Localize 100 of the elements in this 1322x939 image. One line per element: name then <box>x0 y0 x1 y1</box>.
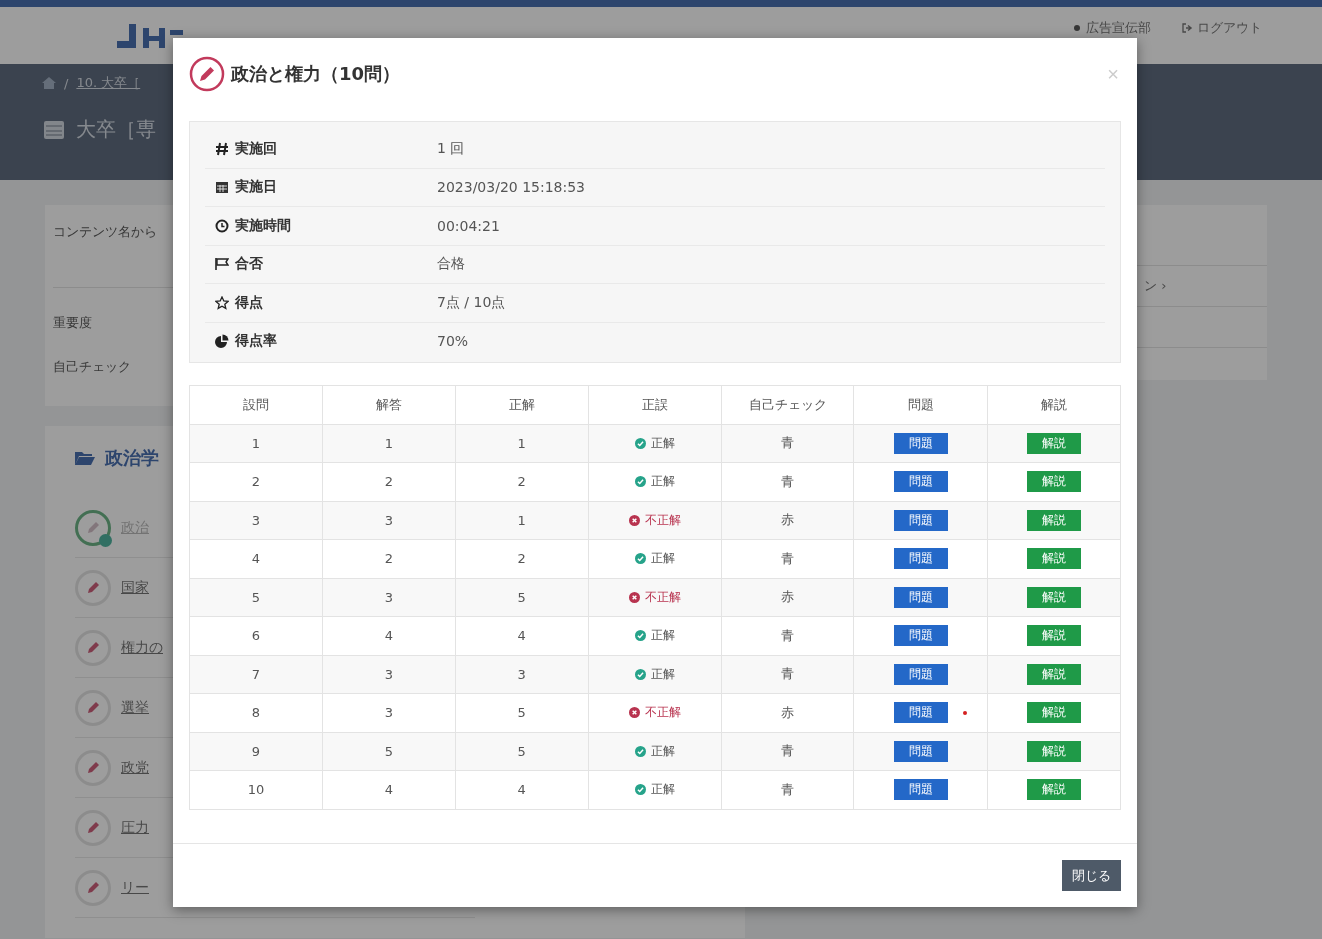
table-cell: 2 <box>455 539 589 578</box>
table-cell: 青 <box>721 462 854 501</box>
lesson-link[interactable]: 政党 <box>121 758 149 777</box>
table-cell: 5 <box>455 578 589 617</box>
question-button[interactable]: 問題 <box>893 625 948 647</box>
question-button[interactable]: 問題 <box>893 663 948 685</box>
table-cell: 1 <box>455 501 589 540</box>
breadcrumb-separator: / <box>64 75 69 91</box>
calendar-icon <box>215 180 229 195</box>
table-cell: 青 <box>721 616 854 655</box>
table-cell: 4 <box>189 539 323 578</box>
table-cell: 赤 <box>721 501 854 540</box>
dialog-title: 政治と権力（10問） <box>231 62 401 86</box>
question-button[interactable]: 問題 <box>893 740 948 762</box>
lesson-link[interactable]: 選挙 <box>121 698 149 717</box>
result-label: 正解 <box>650 665 675 683</box>
books-icon <box>42 118 66 141</box>
table-cell: 4 <box>455 770 589 809</box>
explanation-button[interactable]: 解説 <box>1026 779 1081 801</box>
logo-icon <box>115 21 185 50</box>
result-label: 正解 <box>650 627 675 645</box>
table-cell: 3 <box>322 578 456 617</box>
table-cell: 青 <box>721 770 854 809</box>
table-cell: 3 <box>189 501 323 540</box>
result-label: 正解 <box>650 742 675 760</box>
home-icon[interactable] <box>42 77 56 89</box>
folder-icon <box>75 451 95 465</box>
info-value: 70% <box>437 333 469 350</box>
table-cell: 2 <box>322 462 456 501</box>
user-name[interactable]: 広告宣伝部 <box>1074 19 1151 37</box>
lesson-link[interactable]: リー <box>121 878 149 897</box>
column-header: 解説 <box>987 385 1121 424</box>
info-label: 実施日 <box>235 178 277 197</box>
lesson-link[interactable]: 圧力 <box>121 818 149 837</box>
table-cell: 青 <box>721 424 854 463</box>
table-cell: 3 <box>322 655 456 694</box>
page-title: 大卒［専 <box>76 116 156 143</box>
table-cell: 4 <box>455 616 589 655</box>
table-cell: 6 <box>189 616 323 655</box>
explanation-button[interactable]: 解説 <box>1026 625 1081 647</box>
explanation-button[interactable]: 解説 <box>1026 432 1081 454</box>
close-button[interactable]: 閉じる <box>1062 860 1121 891</box>
explanation-button[interactable]: 解説 <box>1026 702 1081 724</box>
info-label: 得点 <box>235 293 263 312</box>
info-value: 00:04:21 <box>437 217 500 234</box>
question-button[interactable]: 問題 <box>893 432 948 454</box>
info-label: 得点率 <box>235 332 277 351</box>
question-button[interactable]: 問題 <box>893 509 948 531</box>
column-header: 解答 <box>322 385 456 424</box>
lesson-link[interactable]: 権力の <box>121 638 163 657</box>
table-cell: 5 <box>455 693 589 732</box>
result-label: 正解 <box>650 473 675 491</box>
table-cell: 9 <box>189 732 323 771</box>
table-cell: 1 <box>322 424 456 463</box>
breadcrumb-link[interactable]: 10. 大卒［ <box>76 74 141 92</box>
table-cell: 5 <box>455 732 589 771</box>
question-button[interactable]: 問題 <box>893 548 948 570</box>
side-link[interactable]: ン › <box>1144 277 1167 295</box>
info-value: 7点 / 10点 <box>437 293 506 312</box>
result-label: 正解 <box>650 550 675 568</box>
info-label: 実施時間 <box>235 216 291 235</box>
table-cell: 赤 <box>721 693 854 732</box>
table-cell: 5 <box>189 578 323 617</box>
filter-label: コンテンツ名から <box>53 224 157 239</box>
explanation-button[interactable]: 解説 <box>1026 586 1081 608</box>
question-button[interactable]: 問題 <box>893 471 948 493</box>
table-cell: 2 <box>455 462 589 501</box>
clock-icon <box>215 218 229 233</box>
sign-out-icon <box>1181 22 1193 34</box>
pie-chart-icon <box>215 334 229 349</box>
table-cell: 2 <box>322 539 456 578</box>
table-cell: 7 <box>189 655 323 694</box>
question-button[interactable]: 問題 <box>893 702 948 724</box>
table-cell: 1 <box>455 424 589 463</box>
table-cell: 4 <box>322 770 456 809</box>
table-cell: 青 <box>721 655 854 694</box>
result-label: 正解 <box>650 781 675 799</box>
explanation-button[interactable]: 解説 <box>1026 471 1081 493</box>
lesson-link[interactable]: 国家 <box>121 578 149 597</box>
filter-label: 自己チェック <box>53 359 131 374</box>
explanation-button[interactable]: 解説 <box>1026 509 1081 531</box>
table-cell: 3 <box>322 501 456 540</box>
question-button[interactable]: 問題 <box>893 779 948 801</box>
column-header: 正解 <box>455 385 589 424</box>
info-value: 合格 <box>437 255 465 274</box>
result-label: 不正解 <box>644 704 681 722</box>
question-button[interactable]: 問題 <box>893 586 948 608</box>
result-label: 正解 <box>650 434 675 452</box>
logout-link[interactable]: ログアウト <box>1181 19 1262 37</box>
section-title: 政治学 <box>105 446 159 470</box>
table-cell: 10 <box>189 770 323 809</box>
column-header: 自己チェック <box>721 385 854 424</box>
table-cell: 2 <box>189 462 323 501</box>
column-header: 設問 <box>189 385 323 424</box>
explanation-button[interactable]: 解説 <box>1026 663 1081 685</box>
explanation-button[interactable]: 解説 <box>1026 740 1081 762</box>
filter-label: 重要度 <box>53 315 92 330</box>
explanation-button[interactable]: 解説 <box>1026 548 1081 570</box>
column-header: 正誤 <box>588 385 722 424</box>
table-cell: 1 <box>189 424 323 463</box>
